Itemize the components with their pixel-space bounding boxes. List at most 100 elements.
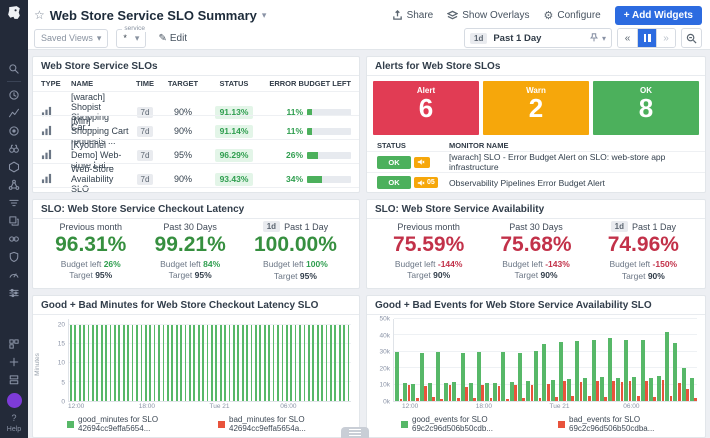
monitors-icon[interactable] [3, 266, 25, 283]
widget-slo-table: Web Store Service SLOs TYPE NAME TIME TA… [32, 56, 360, 193]
time-window-badge: 1d [263, 221, 280, 232]
status-badge: OK [377, 176, 411, 189]
ok-tile[interactable]: OK8 [593, 81, 699, 135]
table-row[interactable]: [warach] Shopist Shopping Car... 7d 90% … [33, 91, 359, 115]
datadog-logo[interactable] [0, 0, 28, 26]
favorite-star-icon[interactable]: ☆ [34, 8, 45, 22]
budget-bar [307, 128, 351, 135]
apm-icon[interactable] [3, 140, 25, 157]
add-icon[interactable] [3, 353, 25, 370]
slo-summary-column[interactable]: Previous month 75.59% Budget left -144%T… [393, 222, 464, 282]
template-variable-label: service [122, 25, 147, 32]
time-range-picker[interactable]: 1d Past 1 Day ▾ [464, 28, 612, 48]
template-variable-value: * [123, 33, 127, 43]
widget-title: SLO: Web Store Service Checkout Latency [33, 200, 359, 219]
notebooks-icon[interactable] [3, 284, 25, 301]
table-row[interactable]: [Kyouhei Demo] Web-store Lat... 7d 95% 9… [33, 139, 359, 163]
grid-resize-handle[interactable] [341, 427, 369, 438]
metrics-icon[interactable] [3, 104, 25, 121]
title-chevron-down-icon[interactable]: ▾ [262, 10, 267, 21]
slo-summary-column[interactable]: Previous month 96.31% Budget left 26%Tar… [55, 222, 126, 282]
muted-badge: 05 [414, 177, 438, 188]
time-window-pill: 7d [137, 126, 154, 137]
show-overlays-button[interactable]: Show Overlays [447, 10, 529, 21]
muted-badge [414, 157, 430, 168]
slo-summary-column[interactable]: Past 30 Days 75.68% Budget left -143%Tar… [500, 222, 571, 282]
slo-target: 90% [161, 126, 205, 136]
gear-icon: ⚙ [544, 9, 554, 22]
widget-title: Alerts for Web Store SLOs [367, 57, 705, 76]
slo-summary-column[interactable]: 1dPast 1 Day 100.00% Budget left 100%Tar… [254, 221, 337, 282]
search-icon[interactable] [3, 60, 25, 77]
help-link[interactable]: ?Help [7, 413, 21, 434]
time-playback-controls: « » [617, 28, 676, 48]
saved-views-button[interactable]: Saved Views▾ [34, 29, 108, 48]
time-window-pill: 7d [137, 174, 154, 185]
alert-tile[interactable]: Alert6 [373, 81, 479, 135]
zoom-out-button[interactable] [681, 28, 702, 48]
y-axis: 0k10k20k30k40k50k [371, 319, 393, 402]
status-badge: 91.14% [215, 125, 254, 138]
x-axis: 12:0018:00Tue 2106:00 [68, 402, 351, 412]
legend-item[interactable]: good_minutes for SLO 42694cc9effa5654... [67, 415, 200, 433]
plot-area[interactable] [68, 319, 351, 402]
add-widgets-button[interactable]: + Add Widgets [615, 6, 702, 25]
template-variable-service[interactable]: service * ▾ [116, 29, 146, 48]
chevron-down-icon: ▾ [602, 34, 606, 43]
share-button[interactable]: Share [392, 10, 434, 21]
slo-summary-column[interactable]: 1dPast 1 Day 74.96% Budget left -150%Tar… [608, 221, 679, 282]
edit-button[interactable]: ✎Edit [158, 33, 187, 44]
monitor-name: Observability Pipelines Error Budget Ale… [449, 178, 695, 188]
infrastructure-icon[interactable] [3, 158, 25, 175]
alerts-table-header: STATUS MONITOR NAME [367, 139, 705, 151]
dashboards-icon[interactable] [3, 212, 25, 229]
slo-target: 90% [161, 174, 205, 184]
watchdog-icon[interactable] [3, 122, 25, 139]
plot-area[interactable] [393, 319, 697, 402]
legend[interactable]: good_minutes for SLO 42694cc9effa5654...… [37, 412, 351, 435]
user-avatar[interactable] [7, 393, 22, 408]
widget-title: Good + Bad Events for Web Store Service … [367, 296, 705, 315]
status-badge: 96.29% [215, 149, 254, 162]
bar-chart-type-icon [41, 125, 71, 138]
datadog-app: ?Help ☆ Web Store Service SLO Summary ▾ … [0, 0, 710, 438]
legend[interactable]: good_events for SLO 69c2c96d506b50cdb...… [371, 412, 697, 435]
overlays-icon [447, 10, 458, 21]
monitor-name: [warach] SLO - Error Budget Alert on SLO… [449, 152, 695, 172]
slo-value: 74.96% [608, 233, 679, 257]
chevron-down-icon: ▾ [135, 33, 140, 44]
table-row[interactable]: [Min] Shopping Cart requests ... 7d 90% … [33, 115, 359, 139]
pause-icon [644, 34, 651, 42]
slo-target: 95% [161, 150, 205, 160]
legend-item[interactable]: bad_minutes for SLO 42694cc9effa5654a... [218, 415, 351, 433]
history-icon[interactable] [3, 86, 25, 103]
pause-button[interactable] [637, 29, 656, 47]
time-backward-button[interactable]: « [618, 29, 637, 47]
slo-summary-column[interactable]: Past 30 Days 99.21% Budget left 84%Targe… [155, 222, 226, 282]
table-row[interactable]: OK 05 Observability Pipelines Error Budg… [367, 172, 705, 192]
slo-table-header: TYPE NAME TIME TARGET STATUS ERROR BUDGE… [33, 76, 359, 91]
legend-item[interactable]: good_events for SLO 69c2c96d506b50cdb... [401, 415, 540, 433]
orgs-icon[interactable] [3, 371, 25, 388]
integrations-icon[interactable] [3, 335, 25, 352]
legend-item[interactable]: bad_events for SLO 69c2c96d506b50cdba... [558, 415, 697, 433]
widget-minutes-chart: Good + Bad Minutes for Web Store Checkou… [32, 295, 360, 438]
time-forward-button[interactable]: » [656, 29, 675, 47]
configure-button[interactable]: ⚙ Configure [544, 9, 601, 22]
table-row[interactable]: OK [warach] SLO - Error Budget Alert on … [367, 151, 705, 172]
sidebar: ?Help [0, 0, 28, 438]
share-icon [392, 10, 403, 21]
network-icon[interactable] [3, 176, 25, 193]
table-row[interactable]: Web-Store Availability SLO 7d 90% 93.43%… [33, 163, 359, 187]
logs-icon[interactable] [3, 194, 25, 211]
synthetics-icon[interactable] [3, 230, 25, 247]
chevron-down-icon: ▾ [97, 33, 102, 44]
pin-icon [589, 33, 599, 43]
page-title: Web Store Service SLO Summary [50, 8, 257, 23]
time-window-pill: 7d [137, 150, 154, 161]
security-icon[interactable] [3, 248, 25, 265]
slo-value: 96.31% [55, 233, 126, 257]
warn-tile[interactable]: Warn2 [483, 81, 589, 135]
dashboard-header: ☆ Web Store Service SLO Summary ▾ Share … [28, 0, 710, 50]
widget-latency-slo: SLO: Web Store Service Checkout Latency … [32, 199, 360, 289]
